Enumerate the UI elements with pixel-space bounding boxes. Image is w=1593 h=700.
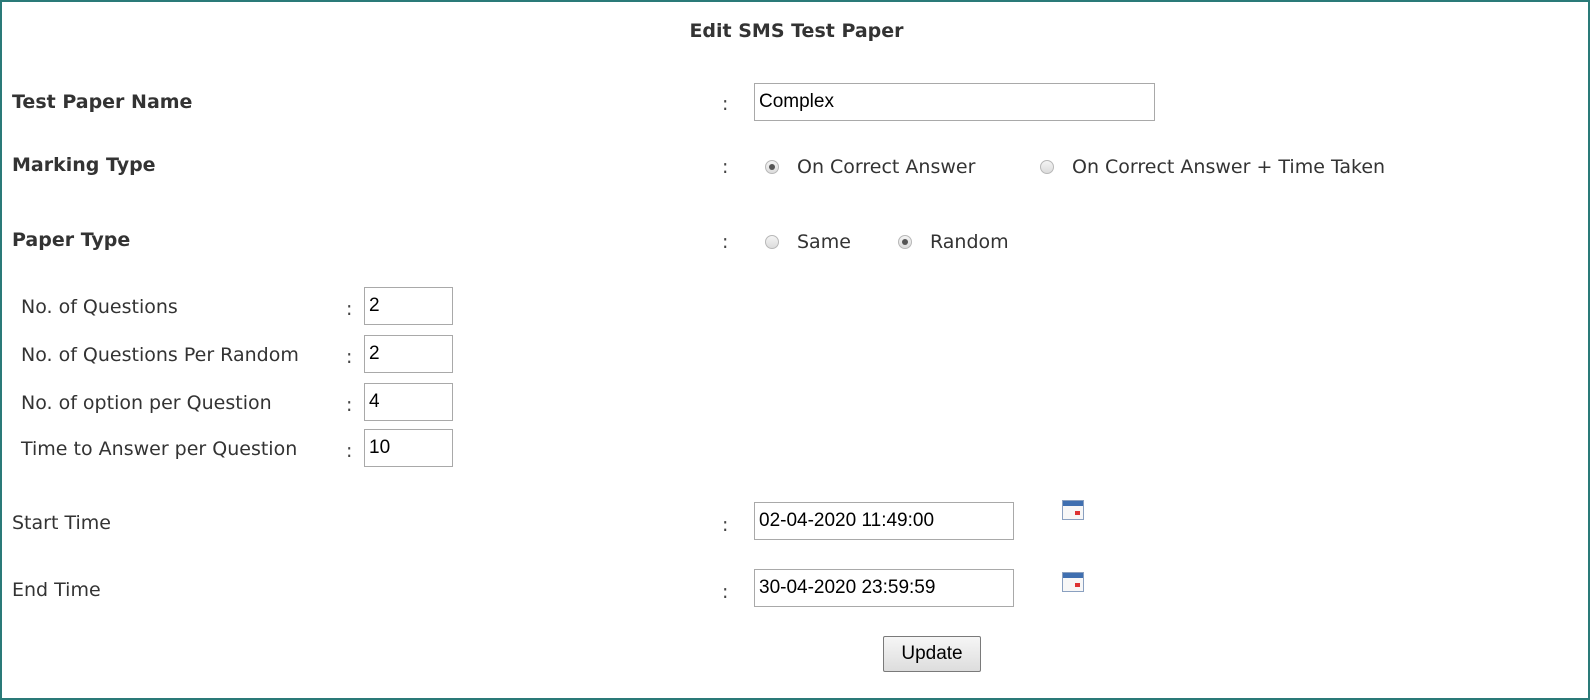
radio-button[interactable] [1040,160,1054,174]
no-of-questions-label: No. of Questions [21,296,178,318]
paper-type-option-label: Random [930,231,1009,253]
colon: : [722,581,729,603]
update-button[interactable]: Update [883,636,981,672]
colon: : [346,394,353,416]
radio-button[interactable] [765,235,779,249]
marking-type-option-label: On Correct Answer + Time Taken [1072,156,1386,178]
paper-type-option-same[interactable]: Same [765,231,851,253]
paper-type-label: Paper Type [12,229,131,251]
options-per-question-label: No. of option per Question [21,392,272,414]
start-time-label: Start Time [12,512,111,534]
marking-type-label: Marking Type [12,154,156,176]
colon: : [722,514,729,536]
colon: : [346,298,353,320]
radio-button-checked[interactable] [765,160,779,174]
radio-button-checked[interactable] [898,235,912,249]
questions-per-random-input[interactable]: 2 [364,335,453,373]
paper-type-option-label: Same [797,231,851,253]
calendar-icon[interactable] [1062,500,1084,520]
marking-type-option-label: On Correct Answer [797,156,976,178]
end-time-input[interactable]: 30-04-2020 23:59:59 [754,569,1014,607]
colon: : [722,231,729,253]
colon: : [346,346,353,368]
calendar-icon[interactable] [1062,572,1084,592]
marking-type-option-correct-time[interactable]: On Correct Answer + Time Taken [1040,156,1385,178]
paper-type-option-random[interactable]: Random [898,231,1009,253]
colon: : [722,156,729,178]
colon: : [346,440,353,462]
time-per-question-label: Time to Answer per Question [21,438,298,460]
time-per-question-input[interactable]: 10 [364,429,453,467]
test-paper-name-input[interactable]: Complex [754,83,1155,121]
no-of-questions-input[interactable]: 2 [364,287,453,325]
end-time-label: End Time [12,579,101,601]
start-time-input[interactable]: 02-04-2020 11:49:00 [754,502,1014,540]
questions-per-random-label: No. of Questions Per Random [21,344,299,366]
marking-type-option-correct[interactable]: On Correct Answer [765,156,975,178]
options-per-question-input[interactable]: 4 [364,383,453,421]
page-title: Edit SMS Test Paper [689,20,904,42]
colon: : [722,93,729,115]
test-paper-name-label: Test Paper Name [12,91,193,113]
